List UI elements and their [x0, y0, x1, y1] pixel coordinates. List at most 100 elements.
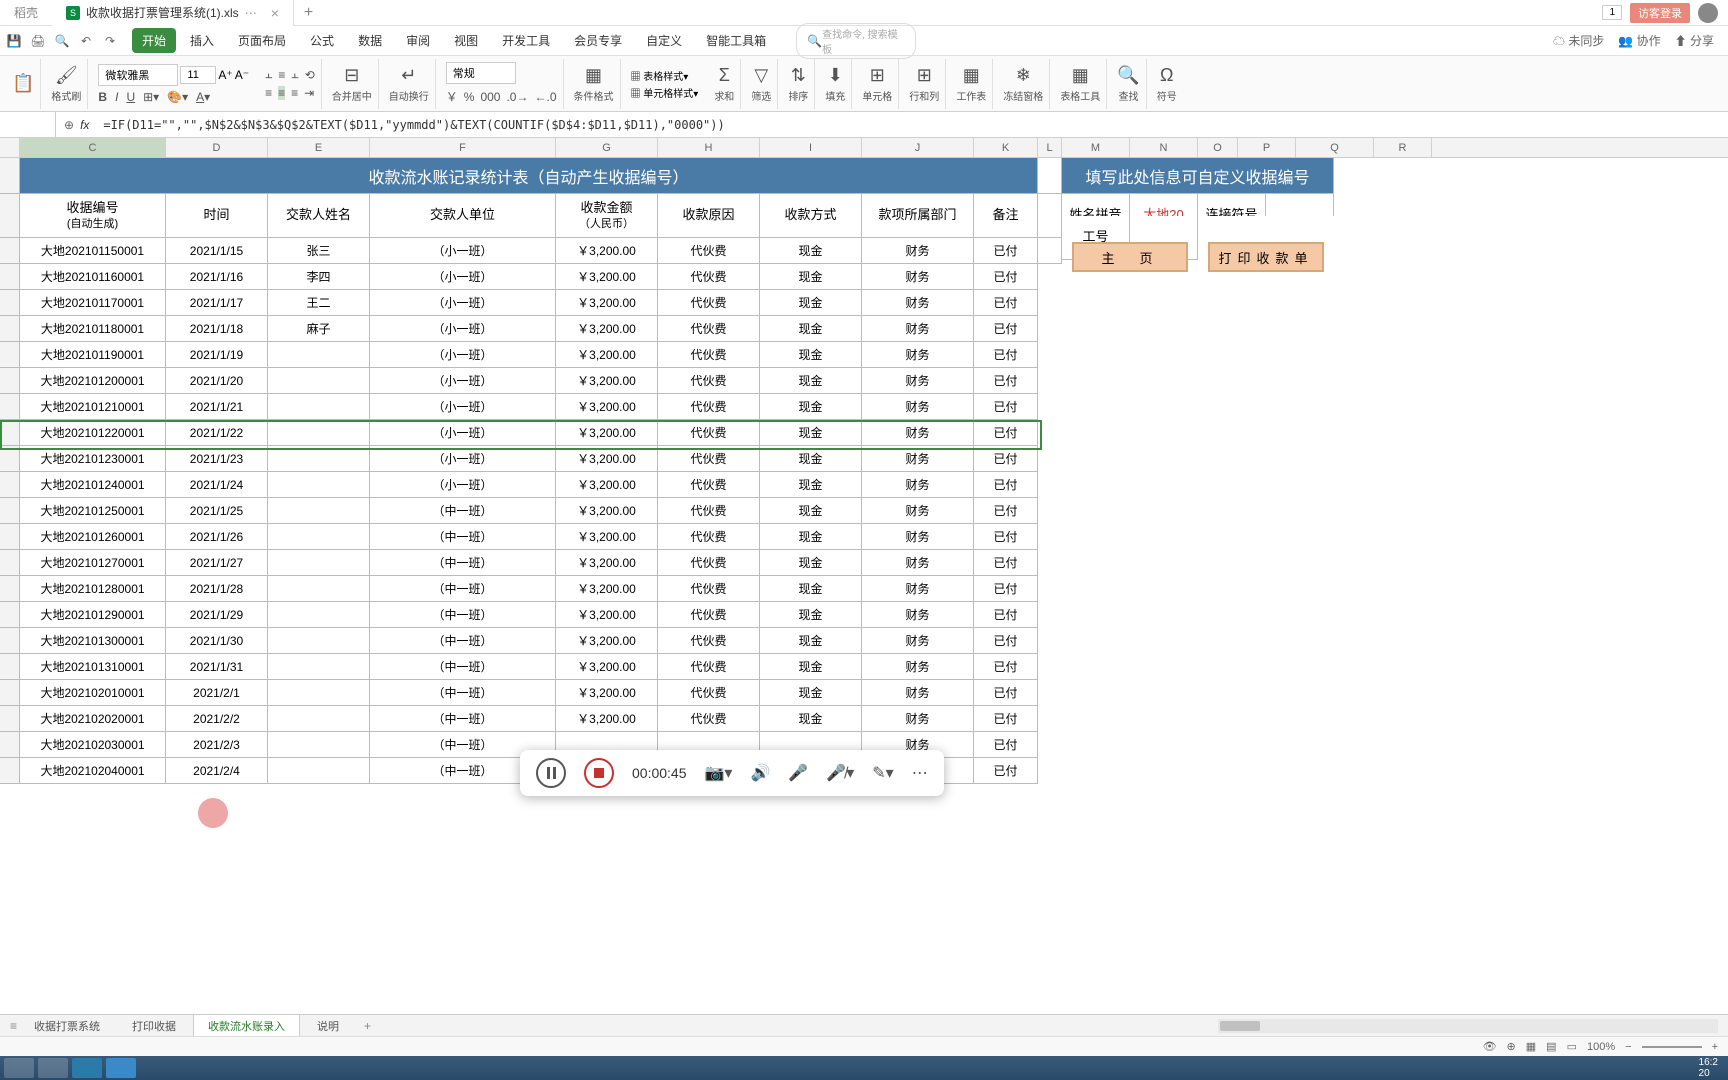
cell-payer-unit[interactable]: （中一班）	[370, 654, 556, 680]
tab-data[interactable]: 数据	[348, 28, 392, 53]
cell-dept[interactable]: 财务	[862, 472, 974, 498]
sync-status[interactable]: ☁ 未同步	[1553, 32, 1604, 49]
cell-reason[interactable]: 代伙费	[658, 394, 760, 420]
cell-receipt-no[interactable]: 大地202101300001	[20, 628, 166, 654]
cell-payer-name[interactable]	[268, 628, 370, 654]
cell-dept[interactable]: 财务	[862, 576, 974, 602]
cell-receipt-no[interactable]: 大地202101150001	[20, 238, 166, 264]
cell-dept[interactable]: 财务	[862, 654, 974, 680]
row-header[interactable]	[0, 654, 20, 680]
cell-method[interactable]: 现金	[760, 420, 862, 446]
hdr-dept[interactable]: 款项所属部门	[862, 194, 974, 238]
close-icon[interactable]: ×	[271, 5, 279, 21]
cell-time[interactable]: 2021/1/26	[166, 524, 268, 550]
cell-payer-name[interactable]	[268, 524, 370, 550]
col-M[interactable]: M	[1062, 138, 1130, 157]
cell-receipt-no[interactable]: 大地202101260001	[20, 524, 166, 550]
italic-icon[interactable]: I	[115, 90, 118, 104]
cell-reason[interactable]: 代伙费	[658, 680, 760, 706]
cell-dept[interactable]: 财务	[862, 368, 974, 394]
cell-amount[interactable]: ￥3,200.00	[556, 680, 658, 706]
cell-dept[interactable]: 财务	[862, 680, 974, 706]
cell-reason[interactable]: 代伙费	[658, 706, 760, 732]
cell-receipt-no[interactable]: 大地202101230001	[20, 446, 166, 472]
cell-payer-unit[interactable]: （中一班）	[370, 576, 556, 602]
increase-font-icon[interactable]: A⁺	[218, 68, 232, 82]
view-page-icon[interactable]: ▤	[1546, 1040, 1556, 1053]
merge-button[interactable]: ⊟合并居中	[326, 59, 379, 109]
fill-button[interactable]: ⬇填充	[819, 59, 852, 109]
cell-receipt-no[interactable]: 大地202101280001	[20, 576, 166, 602]
view-full-icon[interactable]: ▭	[1567, 1040, 1577, 1053]
tab-layout[interactable]: 页面布局	[228, 28, 296, 53]
format-painter[interactable]: 🖌格式刷	[45, 59, 88, 109]
indent-icon[interactable]: ⇥	[304, 86, 314, 100]
col-F[interactable]: F	[370, 138, 556, 157]
cell-payer-unit[interactable]: （小一班）	[370, 446, 556, 472]
select-all-corner[interactable]	[0, 138, 20, 157]
cell-method[interactable]: 现金	[760, 628, 862, 654]
align-center-icon[interactable]: ≡	[278, 86, 285, 100]
horizontal-scrollbar[interactable]	[1218, 1019, 1718, 1033]
tab-smart[interactable]: 智能工具箱	[696, 28, 776, 53]
zoom-out-icon[interactable]: −	[1625, 1041, 1631, 1053]
row-header[interactable]	[0, 472, 20, 498]
cell-payer-name[interactable]	[268, 342, 370, 368]
font-color-icon[interactable]: A▾	[196, 90, 210, 104]
cell-remark[interactable]: 已付	[974, 758, 1038, 784]
cell-payer-unit[interactable]: （小一班）	[370, 316, 556, 342]
cell-remark[interactable]: 已付	[974, 576, 1038, 602]
cell-receipt-no[interactable]: 大地202101270001	[20, 550, 166, 576]
cell-remark[interactable]: 已付	[974, 602, 1038, 628]
cell-time[interactable]: 2021/1/22	[166, 420, 268, 446]
align-right-icon[interactable]: ≡	[291, 86, 298, 100]
name-box[interactable]	[0, 112, 56, 137]
view-normal-icon[interactable]: ▦	[1526, 1040, 1536, 1053]
hdr-payer-name[interactable]: 交款人姓名	[268, 194, 370, 238]
table-style-button[interactable]: ▦ 表格样式▾	[631, 68, 689, 83]
comma-icon[interactable]: 000	[480, 90, 500, 104]
cell-payer-unit[interactable]: （小一班）	[370, 394, 556, 420]
cond-format-button[interactable]: ▦条件格式	[568, 59, 621, 109]
cell-method[interactable]: 现金	[760, 472, 862, 498]
collab-button[interactable]: 👥 协作	[1618, 32, 1660, 49]
cell-method[interactable]: 现金	[760, 654, 862, 680]
cell-amount[interactable]: ￥3,200.00	[556, 446, 658, 472]
locate-icon[interactable]: ⊕	[1507, 1040, 1516, 1053]
cell-remark[interactable]: 已付	[974, 680, 1038, 706]
cell-dept[interactable]: 财务	[862, 238, 974, 264]
app-tab[interactable]: 稻壳	[0, 0, 52, 26]
table-tool-button[interactable]: ▦表格工具	[1054, 59, 1107, 109]
tab-view[interactable]: 视图	[444, 28, 488, 53]
cell-remark[interactable]: 已付	[974, 498, 1038, 524]
row-header[interactable]	[0, 342, 20, 368]
zoom-in-icon[interactable]: +	[1712, 1041, 1718, 1053]
col-K[interactable]: K	[974, 138, 1038, 157]
cell-method[interactable]: 现金	[760, 446, 862, 472]
cell-receipt-no[interactable]: 大地202101180001	[20, 316, 166, 342]
cell-payer-unit[interactable]: （中一班）	[370, 706, 556, 732]
col-O[interactable]: O	[1198, 138, 1238, 157]
row-header[interactable]	[0, 706, 20, 732]
cell-method[interactable]: 现金	[760, 394, 862, 420]
cell-amount[interactable]: ￥3,200.00	[556, 576, 658, 602]
cell-amount[interactable]: ￥3,200.00	[556, 654, 658, 680]
avatar-icon[interactable]	[1698, 3, 1718, 23]
tab-custom[interactable]: 自定义	[636, 28, 692, 53]
cell-time[interactable]: 2021/1/19	[166, 342, 268, 368]
tab-review[interactable]: 审阅	[396, 28, 440, 53]
start-button[interactable]	[4, 1058, 34, 1078]
cell-payer-name[interactable]	[268, 498, 370, 524]
cell-payer-unit[interactable]: （小一班）	[370, 342, 556, 368]
preview-icon[interactable]: 🔍	[52, 31, 72, 51]
cell-receipt-no[interactable]: 大地202101240001	[20, 472, 166, 498]
cell-receipt-no[interactable]: 大地202101170001	[20, 290, 166, 316]
align-top-icon[interactable]: ⫠	[265, 67, 272, 82]
row-header[interactable]	[0, 576, 20, 602]
stop-button[interactable]	[584, 758, 614, 788]
worksheet-button[interactable]: ▦工作表	[950, 59, 993, 109]
cell-dept[interactable]: 财务	[862, 394, 974, 420]
cell-time[interactable]: 2021/1/30	[166, 628, 268, 654]
hdr-amount[interactable]: 收款金额（人民币）	[556, 194, 658, 238]
hdr-remark[interactable]: 备注	[974, 194, 1038, 238]
